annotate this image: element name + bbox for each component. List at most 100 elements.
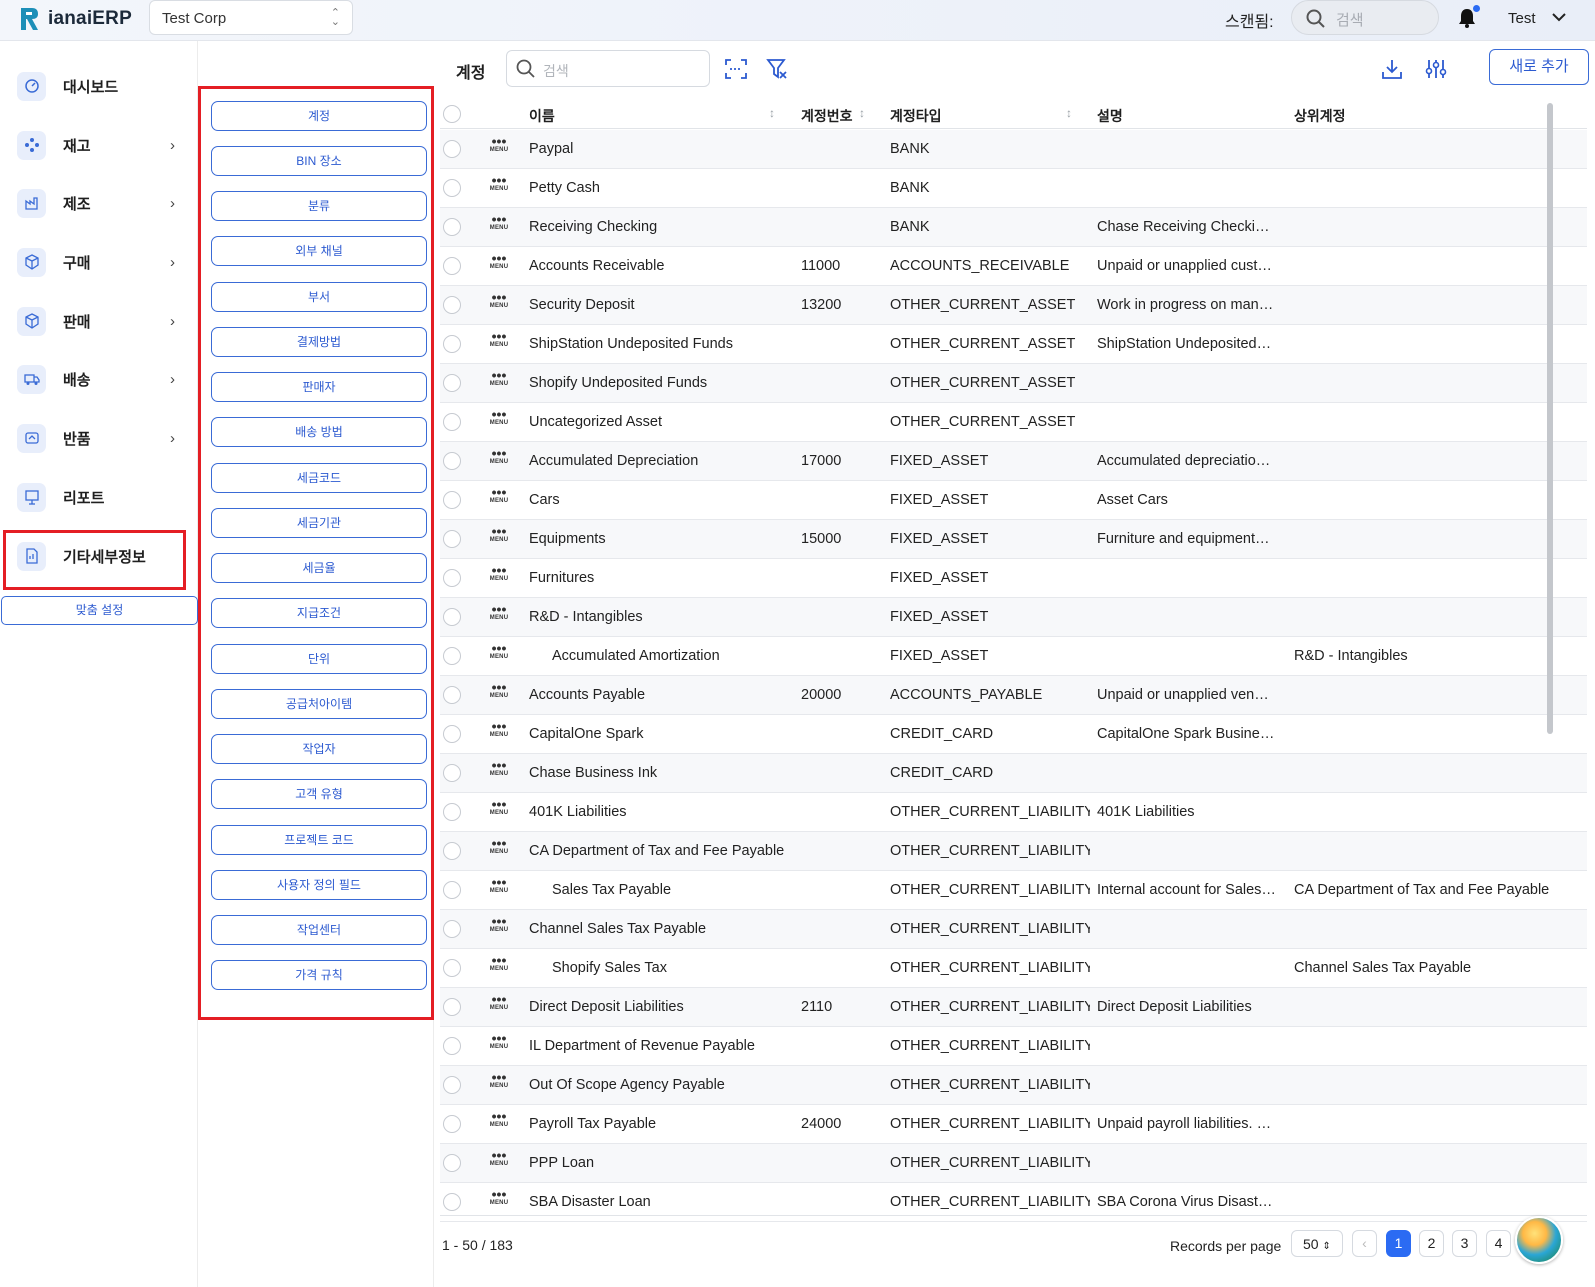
row-checkbox[interactable] — [443, 140, 461, 158]
table-row[interactable]: ••• MENU Petty Cash BANK — [440, 169, 1587, 208]
row-checkbox[interactable] — [443, 764, 461, 782]
row-menu-icon[interactable]: ••• MENU — [489, 1031, 509, 1056]
sidebar-item-shipping[interactable]: 배송 › — [0, 354, 198, 404]
page-button[interactable]: 1 — [1386, 1230, 1411, 1257]
sidebar-item-inventory[interactable]: 재고 › — [0, 120, 198, 170]
row-menu-icon[interactable]: ••• MENU — [489, 836, 509, 861]
submenu-button[interactable]: 결제방법 — [211, 327, 427, 357]
submenu-button[interactable]: 가격 규칙 — [211, 960, 427, 990]
row-menu-icon[interactable]: ••• MENU — [489, 251, 509, 276]
submenu-button[interactable]: 작업센터 — [211, 915, 427, 945]
page-button[interactable]: 4 — [1486, 1230, 1511, 1257]
table-row[interactable]: ••• MENU Accumulated Amortization FIXED_ASS… — [440, 637, 1587, 676]
column-header-name[interactable]: 이름 — [529, 106, 555, 126]
add-new-button[interactable]: 새로 추가 — [1489, 49, 1589, 85]
table-row[interactable]: ••• MENU Paypal BANK — [440, 130, 1587, 169]
row-menu-icon[interactable]: ••• MENU — [489, 602, 509, 627]
row-checkbox[interactable] — [443, 335, 461, 353]
sidebar-item-report[interactable]: 리포트 — [0, 472, 198, 522]
list-search-input[interactable]: 검색 — [506, 50, 710, 87]
assistant-avatar[interactable] — [1515, 1216, 1563, 1264]
table-row[interactable]: ••• MENU Receiving Checking BANK Chase Recei… — [440, 208, 1587, 247]
row-menu-icon[interactable]: ••• MENU — [489, 758, 509, 783]
row-checkbox[interactable] — [443, 686, 461, 704]
submenu-button[interactable]: 고객 유형 — [211, 779, 427, 809]
row-menu-icon[interactable]: ••• MENU — [489, 407, 509, 432]
submenu-button[interactable]: 분류 — [211, 191, 427, 221]
row-checkbox[interactable] — [443, 374, 461, 392]
row-menu-icon[interactable]: ••• MENU — [489, 719, 509, 744]
chevron-down-icon[interactable] — [1551, 11, 1567, 23]
table-row[interactable]: ••• MENU Out Of Scope Agency Payable OTHER_… — [440, 1066, 1587, 1105]
row-checkbox[interactable] — [443, 608, 461, 626]
column-header-number[interactable]: 계정번호 — [801, 106, 853, 126]
row-checkbox[interactable] — [443, 1154, 461, 1172]
filter-icon[interactable] — [763, 55, 791, 83]
table-row[interactable]: ••• MENU Payroll Tax Payable 24000 OTHER_CUR… — [440, 1105, 1587, 1144]
row-checkbox[interactable] — [443, 842, 461, 860]
row-menu-icon[interactable]: ••• MENU — [489, 953, 509, 978]
table-row[interactable]: ••• MENU Equipments 15000 FIXED_ASSET Furnitu… — [440, 520, 1587, 559]
row-checkbox[interactable] — [443, 1037, 461, 1055]
table-row[interactable]: ••• MENU Security Deposit 13200 OTHER_CURREN… — [440, 286, 1587, 325]
global-search-input[interactable]: 검색 — [1291, 0, 1439, 35]
sidebar-item-manufacturing[interactable]: 제조 › — [0, 178, 198, 228]
row-menu-icon[interactable]: ••• MENU — [489, 290, 509, 315]
submenu-button[interactable]: 단위 — [211, 644, 427, 674]
row-menu-icon[interactable]: ••• MENU — [489, 875, 509, 900]
submenu-button[interactable]: 프로젝트 코드 — [211, 825, 427, 855]
sort-icon[interactable]: ↕ — [859, 106, 865, 120]
submenu-button[interactable]: 작업자 — [211, 734, 427, 764]
row-menu-icon[interactable]: ••• MENU — [489, 680, 509, 705]
row-menu-icon[interactable]: ••• MENU — [489, 329, 509, 354]
row-menu-icon[interactable]: ••• MENU — [489, 1070, 509, 1095]
row-menu-icon[interactable]: ••• MENU — [489, 446, 509, 471]
row-checkbox[interactable] — [443, 413, 461, 431]
submenu-button[interactable]: 지급조건 — [211, 598, 427, 628]
row-checkbox[interactable] — [443, 296, 461, 314]
row-menu-icon[interactable]: ••• MENU — [489, 1148, 509, 1173]
table-row[interactable]: ••• MENU Furnitures FIXED_ASSET — [440, 559, 1587, 598]
column-header-description[interactable]: 설명 — [1097, 106, 1123, 126]
sort-icon[interactable]: ↕ — [1066, 106, 1072, 120]
row-checkbox[interactable] — [443, 1193, 461, 1211]
download-icon[interactable] — [1378, 55, 1406, 83]
select-all-checkbox[interactable] — [443, 105, 461, 123]
row-checkbox[interactable] — [443, 218, 461, 236]
row-checkbox[interactable] — [443, 491, 461, 509]
table-row[interactable]: ••• MENU Direct Deposit Liabilities 2110 OTH… — [440, 988, 1587, 1027]
row-menu-icon[interactable]: ••• MENU — [489, 524, 509, 549]
table-row[interactable]: ••• MENU Sales Tax Payable OTHER_CURRENT_LI… — [440, 871, 1587, 910]
sort-icon[interactable]: ↕ — [769, 106, 775, 120]
column-settings-icon[interactable] — [1422, 55, 1450, 83]
sidebar-item-dashboard[interactable]: 대시보드 — [0, 61, 198, 111]
submenu-button[interactable]: 외부 채널 — [211, 236, 427, 266]
table-row[interactable]: ••• MENU IL Department of Revenue Payable O… — [440, 1027, 1587, 1066]
table-row[interactable]: ••• MENU CA Department of Tax and Fee Paya… — [440, 832, 1587, 871]
table-row[interactable]: ••• MENU ShipStation Undeposited Funds OTHE… — [440, 325, 1587, 364]
row-checkbox[interactable] — [443, 257, 461, 275]
row-checkbox[interactable] — [443, 998, 461, 1016]
submenu-button[interactable]: 부서 — [211, 282, 427, 312]
table-row[interactable]: ••• MENU CapitalOne Spark CREDIT_CARD Capita… — [440, 715, 1587, 754]
submenu-button[interactable]: 공급처아이템 — [211, 689, 427, 719]
submenu-button[interactable]: 사용자 정의 필드 — [211, 870, 427, 900]
row-menu-icon[interactable]: ••• MENU — [489, 641, 509, 666]
page-button[interactable]: 3 — [1452, 1230, 1477, 1257]
column-header-type[interactable]: 계정타입 — [890, 106, 942, 126]
table-row[interactable]: ••• MENU Channel Sales Tax Payable OTHER_CU… — [440, 910, 1587, 949]
table-row[interactable]: ••• MENU R&D - Intangibles FIXED_ASSET — [440, 598, 1587, 637]
vertical-scrollbar[interactable] — [1547, 103, 1553, 734]
row-checkbox[interactable] — [443, 881, 461, 899]
row-checkbox[interactable] — [443, 959, 461, 977]
submenu-button[interactable]: 세금코드 — [211, 463, 427, 493]
submenu-button[interactable]: 판매자 — [211, 372, 427, 402]
row-menu-icon[interactable]: ••• MENU — [489, 563, 509, 588]
sidebar-item-purchase[interactable]: 구매 › — [0, 237, 198, 287]
row-menu-icon[interactable]: ••• MENU — [489, 797, 509, 822]
table-row[interactable]: ••• MENU Cars FIXED_ASSET Asset Cars — [440, 481, 1587, 520]
submenu-button[interactable]: 배송 방법 — [211, 417, 427, 447]
row-checkbox[interactable] — [443, 803, 461, 821]
row-menu-icon[interactable]: ••• MENU — [489, 368, 509, 393]
row-checkbox[interactable] — [443, 569, 461, 587]
